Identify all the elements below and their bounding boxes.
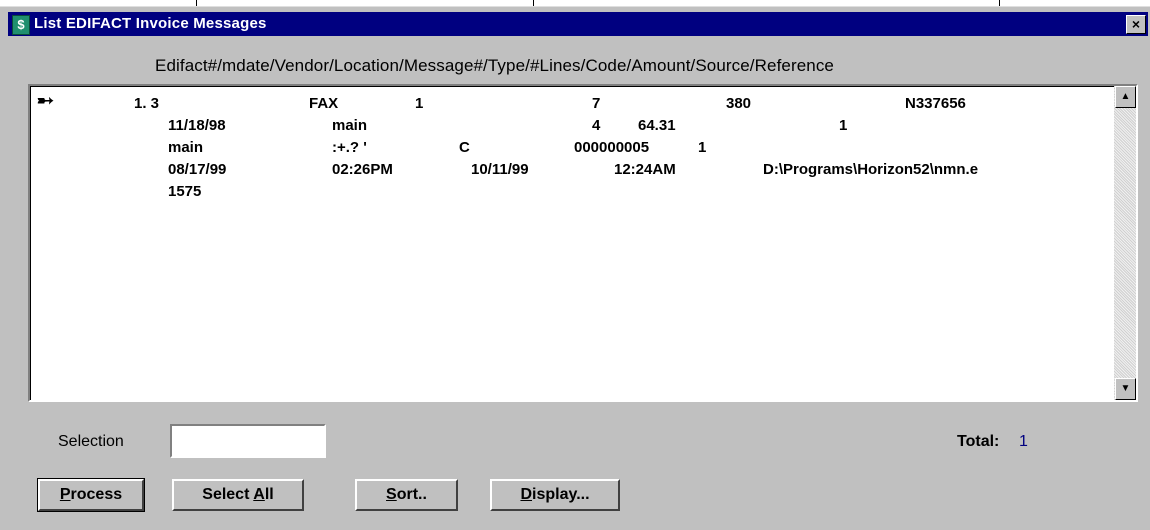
message-list-content[interactable]: ➸ 1. 3 FAX 1 7 380 N337656 11/18/98 main… <box>30 86 1114 400</box>
list-cell: 4 <box>592 117 601 134</box>
list-cell: 11/18/98 <box>168 117 226 134</box>
list-cell: 64.31 <box>638 117 676 134</box>
list-cell: 7 <box>592 95 601 112</box>
window-title: List EDIFACT Invoice Messages <box>34 15 267 32</box>
list-cell: 1 <box>839 117 848 134</box>
total-label: Total: <box>957 433 1000 450</box>
total-value: 1 <box>1019 433 1028 450</box>
list-cell: :+.? ' <box>332 139 367 156</box>
scroll-up-button[interactable]: ▲ <box>1115 86 1136 108</box>
select-all-button-accel: A <box>253 486 265 503</box>
vertical-scrollbar[interactable]: ▲ ▼ <box>1114 86 1136 400</box>
list-cell: 1. 3 <box>134 95 160 112</box>
list-cell: FAX <box>309 95 339 112</box>
message-list[interactable]: ➸ 1. 3 FAX 1 7 380 N337656 11/18/98 main… <box>28 84 1138 402</box>
selection-input[interactable] <box>170 424 326 458</box>
sort-button-accel: S <box>386 486 397 503</box>
list-cell: C <box>459 139 470 156</box>
close-button[interactable]: × <box>1126 15 1146 34</box>
process-button-accel: P <box>59 486 71 503</box>
list-cell: 380 <box>726 95 752 112</box>
list-cell: 10/11/99 <box>471 161 529 178</box>
list-cell: N337656 <box>905 95 966 112</box>
process-button-label: rocess <box>70 486 123 503</box>
list-cell: main <box>332 117 368 134</box>
list-cell: 000000005 <box>574 139 650 156</box>
list-cell: 1 <box>698 139 707 156</box>
select-all-button[interactable]: Select All <box>172 479 304 511</box>
selection-label: Selection <box>58 433 124 450</box>
list-cell: 1575 <box>168 183 202 200</box>
list-cell: D:\Programs\Horizon52\nmn.e <box>763 161 979 178</box>
current-row-arrow-icon: ➸ <box>37 90 54 112</box>
display-button[interactable]: Display... <box>490 479 620 511</box>
sort-button-label: ort.. <box>396 486 427 503</box>
title-bar[interactable]: $ List EDIFACT Invoice Messages × <box>8 12 1148 36</box>
display-button-accel: D <box>520 486 533 503</box>
sort-button[interactable]: Sort.. <box>355 479 458 511</box>
list-cell: main <box>168 139 204 156</box>
list-cell: 1 <box>415 95 424 112</box>
list-cell: 02:26PM <box>332 161 393 178</box>
column-header-legend: Edifact#/mdate/Vendor/Location/Message#/… <box>155 56 834 75</box>
list-cell: 08/17/99 <box>168 161 227 178</box>
process-button[interactable]: Process <box>37 478 145 512</box>
display-button-label: isplay... <box>532 486 590 503</box>
select-all-button-label: Select <box>202 486 254 503</box>
app-dollar-icon[interactable]: $ <box>12 15 30 35</box>
select-all-button-label-rest: ll <box>264 486 274 503</box>
scroll-down-button[interactable]: ▼ <box>1115 378 1136 400</box>
list-cell: 12:24AM <box>614 161 676 178</box>
